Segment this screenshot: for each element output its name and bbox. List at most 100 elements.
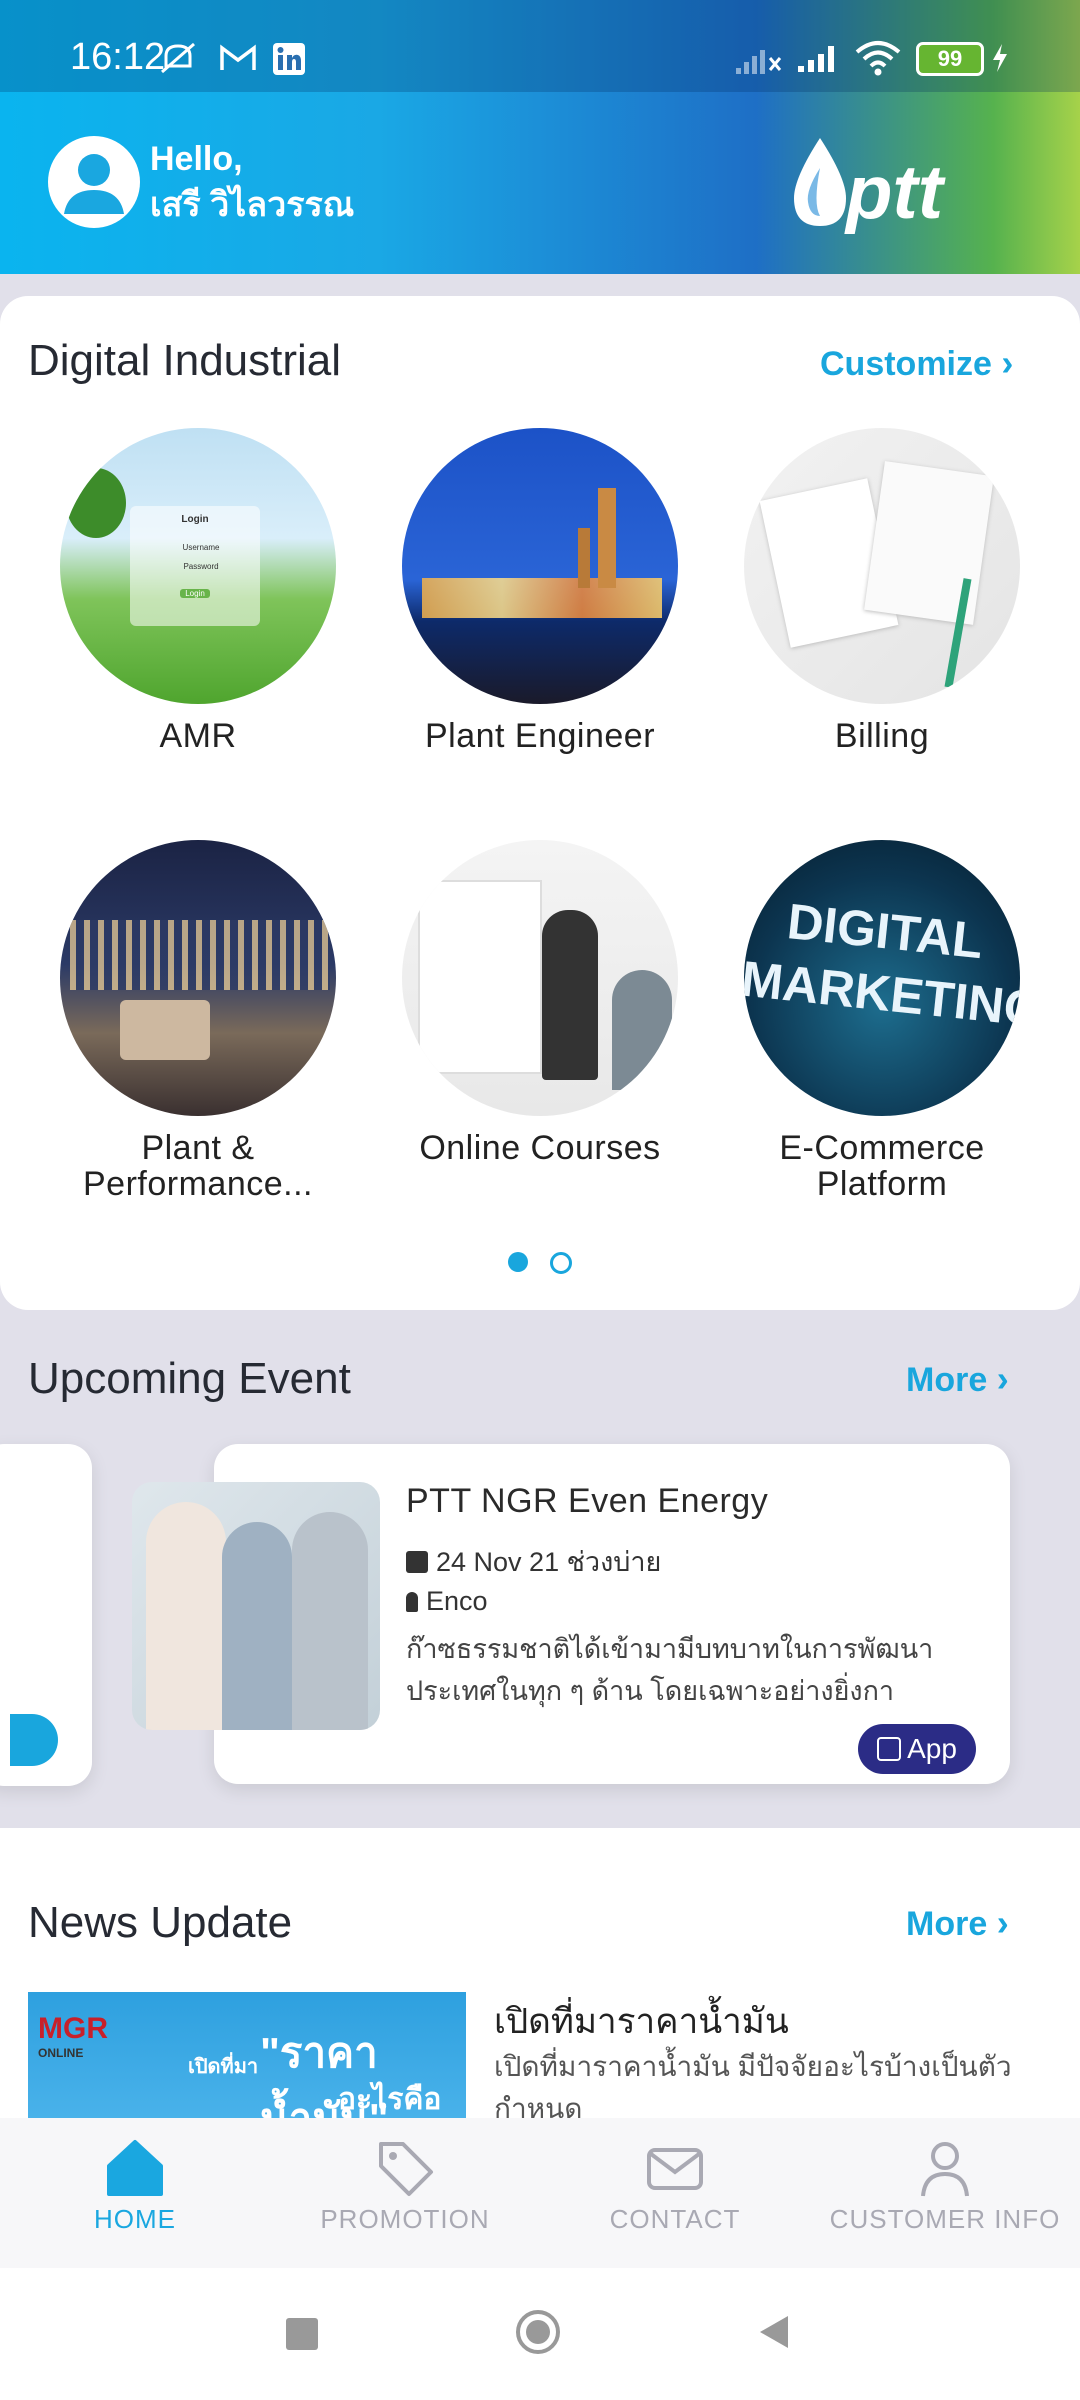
chevron-right-icon: › <box>996 1902 1009 1943</box>
tile-label: Online Courses <box>419 1129 661 1167</box>
home-circle-icon[interactable] <box>516 2310 560 2354</box>
amr-thumbnail: Login Username Password Login <box>60 428 336 704</box>
tile-amr[interactable]: Login Username Password Login AMR <box>28 428 368 754</box>
news-thumb-brand-text: MGR <box>38 2012 108 2045</box>
person-graphic <box>222 1522 292 1730</box>
nav-customer-info-label: CUSTOMER INFO <box>829 2204 1061 2234</box>
refinery-lights <box>422 578 662 618</box>
avatar[interactable] <box>48 136 140 228</box>
tile-label: Billing <box>834 717 930 755</box>
whiteboard-graphic <box>418 880 542 1074</box>
audience-graphic <box>612 970 672 1090</box>
nav-home[interactable]: HOME <box>0 2130 270 2235</box>
app-badge[interactable]: App <box>858 1724 976 1774</box>
event-card[interactable]: PTT NGR Even Energy 24 Nov 21 ช่วงบ่าย E… <box>132 1444 1010 1784</box>
plant-performance-thumbnail <box>60 840 336 1116</box>
event-date-row: 24 Nov 21 ช่วงบ่าย <box>406 1540 661 1583</box>
wifi-icon <box>855 41 901 76</box>
chevron-right-icon: › <box>1001 342 1014 383</box>
previous-card-badge <box>10 1714 58 1766</box>
tag-icon <box>379 2142 433 2196</box>
calendar-icon <box>406 1551 428 1573</box>
greeting-block: Hello, เสรี วิไลวรรณ <box>150 136 354 228</box>
chevron-right-icon: › <box>996 1358 1009 1399</box>
tree-graphic <box>66 468 126 538</box>
event-title: PTT NGR Even Energy <box>406 1482 769 1520</box>
news-summary: เปิดที่มาราคาน้ำมัน มีปัจจัยอะไรบ้างเป็น… <box>494 2051 1012 2118</box>
person-graphic <box>146 1502 226 1730</box>
paper-graphic <box>864 461 994 625</box>
logo-text: ptt <box>844 150 946 234</box>
tile-plant-engineer[interactable]: Plant Engineer <box>370 428 710 754</box>
customize-label: Customize <box>820 345 992 383</box>
nav-promotion-label: PROMOTION <box>320 2204 490 2234</box>
login-panel: Login Username Password Login <box>130 506 260 626</box>
status-time: 16:12 <box>70 36 166 78</box>
linkedin-icon <box>273 43 305 75</box>
page-dot[interactable] <box>550 1252 572 1274</box>
event-thumbnail <box>132 1482 380 1730</box>
nav-contact[interactable]: CONTACT <box>540 2130 810 2235</box>
tile-label: Plant & Performance... <box>83 1129 313 1203</box>
event-location: Enco <box>426 1586 488 1616</box>
marketing-text: DIGITAL MARKETING <box>744 893 1020 1038</box>
nav-home-label: HOME <box>94 2204 176 2234</box>
tile-billing[interactable]: Billing <box>712 428 1052 754</box>
event-date: 24 Nov 21 ช่วงบ่าย <box>436 1547 662 1577</box>
login-button: Login <box>180 589 210 598</box>
event-description: ก๊าซธรรมชาติได้เข้ามามีบทบาทในการพัฒนาปร… <box>406 1634 934 1706</box>
plant-engineer-thumbnail <box>402 428 678 704</box>
billing-thumbnail <box>744 428 1020 704</box>
tile-label: Plant Engineer <box>424 717 656 755</box>
news-thumbnail[interactable]: MGR ONLINE เปิดที่มา "ราคาน้ำมัน" อะไรคื… <box>28 1992 466 2118</box>
upcoming-more-link[interactable]: More › <box>906 1358 1009 1400</box>
charging-icon <box>993 44 1007 72</box>
home-circle-inner <box>526 2320 550 2344</box>
recents-square-icon[interactable] <box>286 2318 318 2350</box>
home-icon <box>107 2140 163 2196</box>
upcoming-event-title: Upcoming Event <box>28 1354 351 1403</box>
back-triangle-icon[interactable] <box>756 2314 790 2350</box>
event-location-row: Enco <box>406 1586 488 1617</box>
news-thumb-text-3: อะไรคือ <box>338 2083 442 2116</box>
tile-online-courses[interactable]: Online Courses <box>370 840 710 1166</box>
tile-plant-performance[interactable]: Plant & Performance... <box>28 840 368 1202</box>
location-pin-icon <box>406 1592 418 1612</box>
person-graphic <box>292 1512 368 1730</box>
signal-off-icon <box>736 50 782 74</box>
refinery-lights <box>70 920 330 990</box>
nav-promotion[interactable]: PROMOTION <box>270 2130 540 2235</box>
news-thumb-text-1: เปิดที่มา <box>188 2056 259 2078</box>
more-label: More <box>906 1361 988 1399</box>
news-more-link[interactable]: More › <box>906 1902 1009 1944</box>
gmail-icon <box>220 44 256 70</box>
digital-industrial-title: Digital Industrial <box>28 336 342 385</box>
login-title: Login <box>181 514 209 525</box>
news-thumb-brand-sub: ONLINE <box>38 2046 84 2060</box>
person-icon <box>921 2142 969 2197</box>
nav-customer-info[interactable]: CUSTOMER INFO <box>810 2130 1080 2235</box>
tile-label: E-Commerce Platform <box>779 1129 985 1203</box>
more-label: More <box>906 1905 988 1943</box>
news-headline[interactable]: เปิดที่มาราคาน้ำมัน <box>494 1994 789 2049</box>
page-dot-active[interactable] <box>508 1252 528 1272</box>
ptt-logo: ptt <box>780 134 1010 235</box>
login-username: Username <box>182 543 220 552</box>
tank-graphic <box>120 1000 210 1060</box>
greeting-text: Hello, <box>150 140 243 178</box>
mail-icon <box>647 2148 703 2190</box>
signal-icon <box>798 46 834 72</box>
user-name: เสรี วิไลวรรณ <box>150 186 355 224</box>
mute-notification-icon <box>161 42 195 74</box>
news-update-title: News Update <box>28 1898 293 1947</box>
customize-link[interactable]: Customize › <box>820 342 1013 384</box>
grid-icon <box>877 1737 902 1761</box>
tile-label: AMR <box>159 717 237 755</box>
tower-graphic <box>598 488 616 588</box>
news-thumb-brand: MGR ONLINE <box>38 2012 108 2060</box>
event-card-previous[interactable] <box>0 1444 92 1786</box>
nav-contact-label: CONTACT <box>609 2204 741 2234</box>
presenter-graphic <box>542 910 598 1080</box>
tile-ecommerce[interactable]: DIGITAL MARKETING E-Commerce Platform <box>712 840 1052 1202</box>
tower-graphic <box>578 528 590 588</box>
